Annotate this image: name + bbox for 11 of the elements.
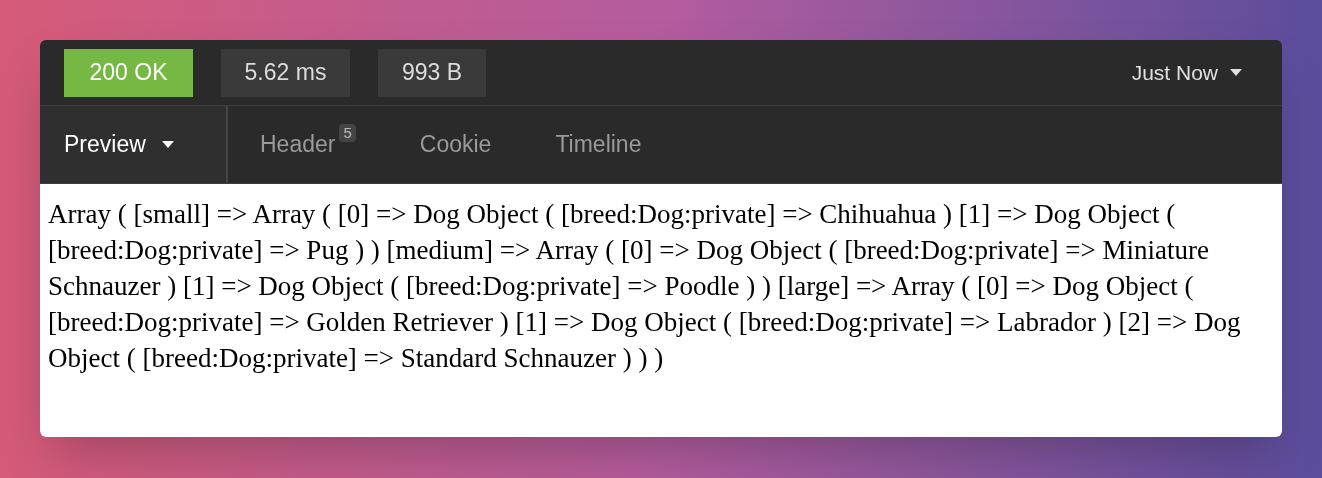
preview-text: Array ( [small] => Array ( [0] => Dog Object ( [breed:Dog:private] => Chihuahua ) [1] => Dog Object ( [breed:Dog:private] => Pug ) ) [medium] => Array ( [0] => Dog Object ( [breed:Dog:private] => Miniature Schnauzer ) [1] => Dog Object ( [breed:Dog:private] => Poodle ) ) [large] => Array ( [0] => Dog Object ( [breed:Dog:private] => Golden Retriever ) [1] => Dog Object ( [breed:Dog:private] => Labrador ) [2] => Dog Object ( [breed:Dog:private] => Standard Schnauzer ) ) ) xyxy=(40,184,1282,437)
tab[interactable]: Timeline xyxy=(523,106,674,183)
response-time: 5.62 ms xyxy=(221,48,350,97)
count-badge: 5 xyxy=(339,124,356,142)
timestamp-dropdown[interactable]: Just Now xyxy=(1131,56,1242,89)
tab[interactable]: Cookie xyxy=(387,106,524,183)
tab[interactable]: Preview xyxy=(40,106,228,183)
tab[interactable]: Header 5 xyxy=(228,106,388,183)
response-size: 993 B xyxy=(378,48,486,97)
status-badge: 200 OK xyxy=(64,48,193,97)
caret-icon xyxy=(1230,69,1242,76)
